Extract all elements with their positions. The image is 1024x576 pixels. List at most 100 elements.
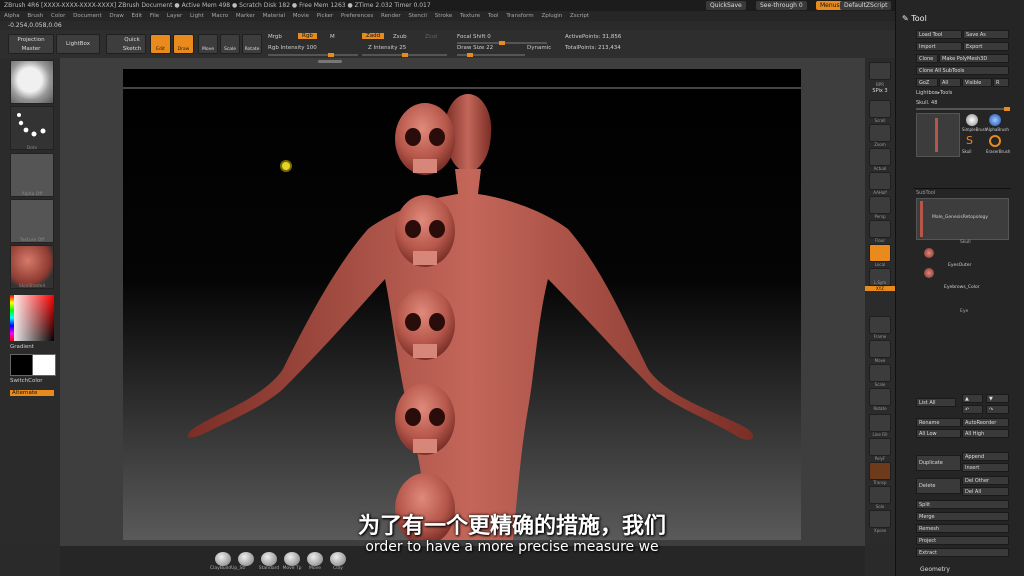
subtool-eyes-icon[interactable] xyxy=(924,248,934,258)
append-button[interactable]: Append xyxy=(962,452,1009,461)
alternate-button[interactable]: Alternate xyxy=(10,390,54,396)
menu-item-draw[interactable]: Draw xyxy=(109,13,123,19)
viewport-canvas[interactable] xyxy=(123,69,801,540)
local-button[interactable] xyxy=(869,244,891,262)
move-button[interactable]: Move xyxy=(198,34,218,54)
export-button[interactable]: Export xyxy=(963,42,1009,51)
transp-button[interactable] xyxy=(869,462,891,480)
menu-item-material[interactable]: Material xyxy=(263,13,285,19)
skull-tool-slider[interactable]: Skull. 48 xyxy=(916,100,937,106)
menu-item-brush[interactable]: Brush xyxy=(27,13,43,19)
all-low-button[interactable]: All Low xyxy=(916,429,961,438)
make-polymesh-button[interactable]: Make PolyMesh3D xyxy=(939,54,1009,63)
rotate-button[interactable]: Rotate xyxy=(242,34,262,54)
list-all-button[interactable]: List All xyxy=(916,398,956,407)
menu-item-zscript[interactable]: Zscript xyxy=(570,13,589,19)
z-intensity-track[interactable] xyxy=(362,53,447,57)
autoreorder-button[interactable]: AutoReorder xyxy=(962,418,1009,427)
all-button[interactable]: All xyxy=(939,78,961,87)
menu-item-render[interactable]: Render xyxy=(381,13,401,19)
floor-button[interactable] xyxy=(869,220,891,238)
subtool-header[interactable]: SubTool xyxy=(916,190,935,196)
material-thumbnail[interactable] xyxy=(10,245,54,289)
zoom-button[interactable] xyxy=(869,124,891,142)
menu-item-tool[interactable]: Tool xyxy=(488,13,499,19)
all-high-button[interactable]: All High xyxy=(962,429,1009,438)
focal-shift-slider[interactable]: Focal Shift 0 xyxy=(457,34,491,40)
hue-strip[interactable] xyxy=(10,295,14,341)
menu-item-color[interactable]: Color xyxy=(51,13,65,19)
visible-button[interactable]: Visible xyxy=(962,78,992,87)
zcut-button[interactable]: Zcut xyxy=(425,34,437,40)
menu-item-stroke[interactable]: Stroke xyxy=(435,13,453,19)
stroke-thumbnail[interactable] xyxy=(10,106,54,150)
r-button[interactable]: R xyxy=(993,78,1009,87)
menu-item-layer[interactable]: Layer xyxy=(167,13,182,19)
delete-button[interactable]: Delete xyxy=(916,478,961,494)
projection-master-button[interactable]: Projection Master xyxy=(8,34,54,54)
lightbox-button[interactable]: LightBox xyxy=(56,34,100,54)
current-tool-thumbnail[interactable] xyxy=(916,113,960,157)
menu-item-file[interactable]: File xyxy=(150,13,159,19)
menu-item-texture[interactable]: Texture xyxy=(460,13,480,19)
switch-color-button[interactable]: SwitchColor xyxy=(10,378,43,384)
actual-button[interactable] xyxy=(869,148,891,166)
draw-size-slider[interactable]: Draw Size 22 xyxy=(457,45,493,51)
arrow-left-icon[interactable]: ↶ xyxy=(962,405,983,414)
rename-button[interactable]: Rename xyxy=(916,418,961,427)
xyz-button[interactable]: XYZ xyxy=(865,286,895,291)
move-down-button[interactable]: ▼ xyxy=(986,394,1009,403)
secondary-color-swatch[interactable] xyxy=(10,354,34,376)
color-picker[interactable] xyxy=(10,295,54,341)
linefill-button[interactable] xyxy=(869,414,891,432)
alpha-thumbnail[interactable] xyxy=(10,153,54,197)
rgb-intensity-slider[interactable]: Rgb Intensity 100 xyxy=(268,45,317,51)
move-view-button[interactable] xyxy=(869,340,891,358)
canvas-drag-handle[interactable] xyxy=(318,60,342,63)
scale-view-button[interactable] xyxy=(869,364,891,382)
scale-button[interactable]: Scale xyxy=(220,34,240,54)
geometry-section[interactable]: Geometry xyxy=(920,566,950,573)
zadd-button[interactable]: Zadd xyxy=(362,33,385,39)
menu-item-picker[interactable]: Picker xyxy=(317,13,333,19)
rgb-intensity-track[interactable] xyxy=(268,53,358,57)
subtool-eyebrows-icon[interactable] xyxy=(924,268,934,278)
alphabrush-icon[interactable] xyxy=(989,114,1001,126)
defaultscript-button[interactable]: DefaultZScript xyxy=(840,1,892,10)
arrow-right-icon[interactable]: ↷ xyxy=(986,405,1009,414)
aahalf-button[interactable] xyxy=(869,172,891,190)
draw-size-track[interactable] xyxy=(457,53,525,57)
z-intensity-slider[interactable]: Z Intensity 25 xyxy=(368,45,406,51)
rgb-button[interactable]: Rgb xyxy=(298,33,317,39)
insert-button[interactable]: Insert xyxy=(962,463,1009,472)
edit-button[interactable]: Edit xyxy=(150,34,171,54)
menu-item-transform[interactable]: Transform xyxy=(506,13,533,19)
texture-thumbnail[interactable] xyxy=(10,199,54,243)
menu-item-light[interactable]: Light xyxy=(190,13,204,19)
menu-item-edit[interactable]: Edit xyxy=(132,13,143,19)
import-button[interactable]: Import xyxy=(916,42,962,51)
menu-item-preferences[interactable]: Preferences xyxy=(341,13,373,19)
skull-tool-icon[interactable]: S xyxy=(966,135,978,147)
seethrough-slider[interactable]: See-through 0 xyxy=(756,1,807,10)
gradient-button[interactable]: Gradient xyxy=(10,344,34,350)
quicksave-button[interactable]: QuickSave xyxy=(706,1,746,10)
menu-item-document[interactable]: Document xyxy=(73,13,102,19)
eraser-tool-icon[interactable] xyxy=(989,135,1001,147)
menu-item-stencil[interactable]: Stencil xyxy=(408,13,427,19)
dynamic-button[interactable]: Dynamic xyxy=(527,45,551,51)
duplicate-button[interactable]: Duplicate xyxy=(916,455,961,471)
menu-item-macro[interactable]: Macro xyxy=(211,13,228,19)
spix-slider[interactable]: SPix 3 xyxy=(865,88,895,94)
menu-item-marker[interactable]: Marker xyxy=(236,13,255,19)
goz-button[interactable]: GoZ xyxy=(916,78,938,87)
persp-button[interactable] xyxy=(869,196,891,214)
lightbox-tools-button[interactable]: Lightbox▸Tools xyxy=(916,90,952,96)
brush-thumbnail[interactable] xyxy=(10,60,54,104)
scroll-button[interactable] xyxy=(869,100,891,118)
clone-button[interactable]: Clone xyxy=(916,54,938,63)
rotate-view-button[interactable] xyxy=(869,388,891,406)
m-button[interactable]: M xyxy=(330,34,335,40)
zsub-button[interactable]: Zsub xyxy=(393,34,407,40)
mrgb-button[interactable]: Mrgb xyxy=(268,34,282,40)
